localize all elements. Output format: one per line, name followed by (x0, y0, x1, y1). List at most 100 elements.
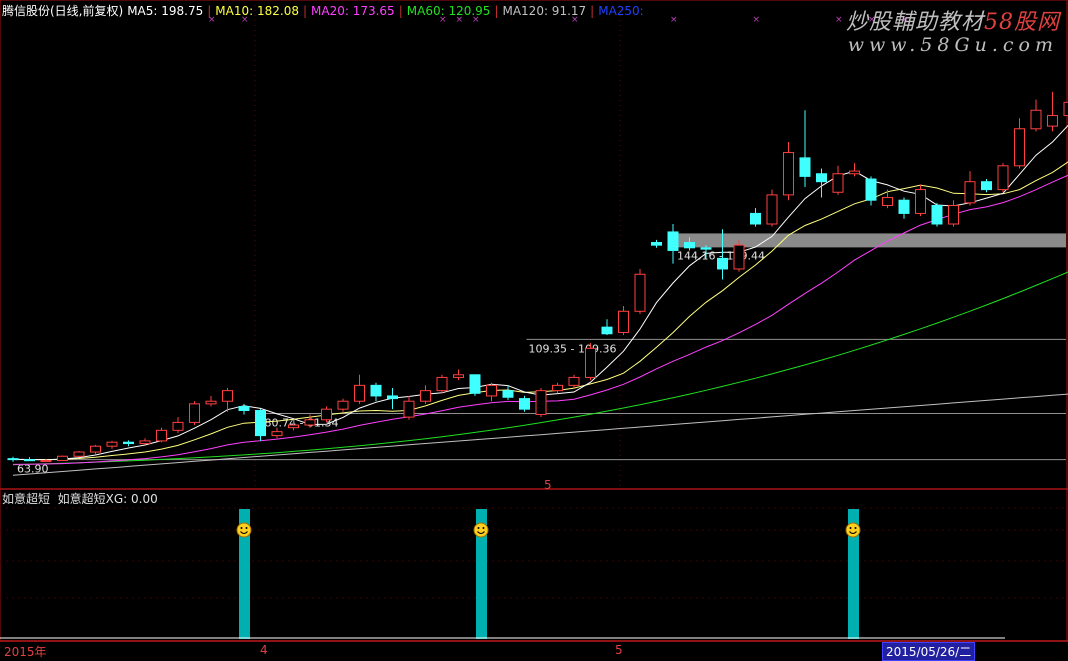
candle-body (684, 242, 695, 249)
stock-chart[interactable]: 144.16 - 149.44109.35 - 109.3680.74 - 81… (0, 0, 1068, 661)
ma60-label: MA60: 120.95 (406, 4, 491, 18)
candle-body (997, 165, 1009, 191)
candle-body (766, 194, 778, 225)
candle-body (7, 458, 19, 461)
candle-body (585, 347, 596, 378)
candle-body (915, 189, 926, 214)
ma10-label: MA10: 182.08 (215, 4, 299, 18)
candle-body (123, 441, 134, 445)
candle-body (1014, 128, 1025, 167)
smiley-icon (236, 522, 252, 538)
indicator-header: 如意超短 如意超短XG: 0.00 (2, 490, 158, 507)
ma5-label: MA5: 198.75 (127, 4, 204, 18)
smiley-eye (245, 527, 248, 529)
candle-body (717, 257, 728, 270)
candle-body (238, 406, 250, 411)
candle-body (255, 409, 266, 437)
watermark-url: www.58Gu.com (847, 34, 1058, 56)
candle-body (486, 384, 497, 397)
ma120-label: MA120: 91.17 (502, 4, 587, 18)
candle-body (172, 421, 184, 431)
candle-body (948, 204, 959, 225)
candle-body (420, 390, 431, 402)
candle-body (816, 173, 827, 183)
candle-body (387, 395, 398, 400)
candle-body (898, 199, 910, 214)
candle-body (667, 231, 679, 251)
candle-body (156, 429, 167, 442)
candle-body (1047, 115, 1058, 127)
candle-body (24, 459, 35, 462)
indicator-value: 如意超短XG: 0.00 (57, 492, 158, 506)
smiley-eye (240, 527, 243, 529)
candle-body (964, 181, 976, 204)
indicator-panel-frame (0, 488, 1068, 642)
candle-body (568, 376, 580, 386)
candle-body (783, 152, 794, 196)
month-4-label: 4 (260, 643, 268, 657)
ma60-line (12, 271, 1068, 466)
smiley-eye (854, 527, 857, 529)
candle-body (931, 204, 943, 225)
ma250-label: MA250: (598, 4, 644, 18)
candle-body (733, 244, 745, 270)
smiley-eye (849, 527, 852, 529)
signal-marker: × (835, 15, 843, 25)
candle-body (799, 157, 811, 177)
candle-body (1063, 101, 1068, 117)
smiley-icon (845, 522, 861, 538)
candle-body (750, 212, 761, 225)
candle-body (337, 400, 349, 410)
signal-marker: × (670, 15, 678, 25)
candle-body (90, 445, 101, 453)
candle-body (618, 310, 629, 333)
candle-body (205, 400, 217, 405)
candle-body (403, 400, 415, 418)
chart-header: 腾信股份(日线,前复权) MA5: 198.75 | MA10: 182.08 | MA2… (2, 4, 644, 18)
candle-body (469, 374, 481, 394)
candle-body (40, 459, 52, 463)
smiley-eye (477, 527, 480, 529)
stock-title: 腾信股份(日线,前复权) (2, 4, 124, 18)
candle-body (370, 384, 382, 397)
candle-body (865, 178, 877, 201)
indicator-title: 如意超短 (2, 492, 51, 506)
smiley-eye (482, 527, 485, 529)
candle-body (502, 390, 514, 398)
ma20-label: MA20: 173.65 (311, 4, 395, 18)
candle-body (651, 242, 662, 246)
candle-body (453, 374, 464, 378)
candle-body (222, 390, 233, 402)
year-label: 2015年 (4, 645, 47, 659)
month-5-label: 5 (615, 643, 623, 657)
candle-body (73, 451, 85, 457)
candle-body (882, 197, 893, 206)
candle-body (189, 403, 200, 423)
candle-body (634, 273, 646, 312)
candle-body (552, 384, 563, 392)
candle-body (436, 376, 448, 392)
support-band (671, 233, 1066, 248)
candle-body (321, 408, 332, 421)
ma20-line (12, 174, 1068, 465)
candle-body (57, 455, 68, 461)
candle-body (106, 441, 118, 447)
signal-marker: × (753, 15, 761, 25)
candle-body (354, 384, 365, 402)
candle-body (288, 424, 299, 429)
band-label: 109.35 - 109.36 (529, 342, 617, 355)
smiley-icon (473, 522, 489, 538)
candle-body (304, 419, 316, 426)
candle-body (535, 390, 547, 415)
candle-body (601, 326, 613, 335)
candle-body (849, 170, 860, 175)
candle-body (271, 431, 283, 437)
cursor-date-box: 2015/05/26/二 (882, 642, 976, 661)
candle-body (981, 181, 992, 191)
month-5-top-label: 5 (544, 478, 552, 492)
candle-body (1030, 109, 1042, 130)
watermark-title: 炒股輔助教材58股网 (845, 10, 1060, 35)
candle-body (832, 173, 844, 193)
candle-body (700, 247, 712, 250)
candle-body (519, 398, 530, 410)
